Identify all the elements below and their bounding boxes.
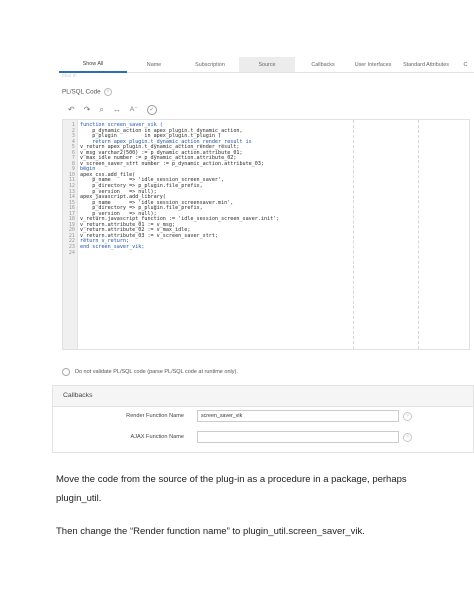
code-line: end screen_saver_vik; — [80, 244, 145, 251]
help-icon[interactable]: ? — [403, 433, 412, 442]
tab-more[interactable]: C — [457, 57, 474, 73]
print-margin-line-2 — [418, 120, 419, 349]
render-function-row: Render Function Name screen_saver_vik ? — [53, 410, 473, 422]
code-content[interactable]: function screen_saver_vik ( p_dynamic_ac… — [80, 122, 279, 251]
no-validate-option[interactable]: Do not validate PL/SQL code (parse PL/SQ… — [62, 368, 238, 376]
tab-standard-attributes[interactable]: Standard Attributes — [395, 57, 457, 73]
tab-subscription[interactable]: Subscription — [181, 57, 239, 73]
faint-label: Shor th — [62, 73, 77, 78]
ajax-function-label: AJAX Function Name — [130, 434, 184, 440]
replace-icon[interactable]: ↔ — [113, 105, 121, 115]
paragraph-2: plugin_util. — [56, 493, 102, 504]
no-validate-label: Do not validate PL/SQL code (parse PL/SQ… — [75, 369, 238, 375]
paragraph-3: Then change the “Render function name” t… — [56, 526, 365, 537]
tab-name[interactable]: Name — [127, 57, 181, 73]
editor-toolbar: ↶ ↷ ⌕ ↔ A⁻ ✓ — [62, 102, 470, 118]
code-editor[interactable]: 1 2 3 4 5 6 7 8 9 10 11 12 13 14 15 16 17 18 19 20 21 22 23 24 … — [62, 119, 470, 350]
tab-source[interactable]: Source — [239, 57, 295, 73]
search-icon[interactable]: ⌕ — [99, 105, 103, 115]
code-line: v_screen_saver_strt number := p_dynamic_… — [80, 160, 265, 167]
line-number: 24 — [68, 249, 75, 256]
callbacks-title: Callbacks — [53, 386, 473, 407]
plsql-code-label-text: PL/SQL Code — [62, 88, 101, 96]
plsql-code-label: PL/SQL Code? — [62, 88, 112, 96]
print-margin-line — [353, 120, 354, 349]
callbacks-region: Callbacks Render Function Name screen_sa… — [52, 385, 474, 453]
ajax-function-row: AJAX Function Name ? — [53, 431, 473, 443]
tab-callbacks[interactable]: Callbacks — [295, 57, 351, 73]
tab-user-interfaces[interactable]: User Interfaces — [351, 57, 395, 73]
render-function-label: Render Function Name — [126, 413, 184, 419]
help-icon[interactable]: ? — [403, 412, 412, 421]
font-size-icon[interactable]: A⁻ — [130, 105, 138, 115]
validate-icon[interactable]: ✓ — [146, 105, 157, 115]
undo-icon[interactable]: ↶ — [68, 105, 75, 115]
help-icon[interactable]: ? — [103, 88, 112, 96]
ajax-function-input[interactable] — [197, 431, 399, 443]
redo-icon[interactable]: ↷ — [84, 105, 91, 115]
render-function-input[interactable]: screen_saver_vik — [197, 410, 399, 422]
line-number-gutter: 1 2 3 4 5 6 7 8 9 10 11 12 13 14 15 16 17 18 19 20 21 22 23 24 — [63, 120, 78, 349]
no-validate-checkbox[interactable] — [62, 368, 70, 376]
tab-bar: Show All Name Subscription Source Callba… — [59, 57, 474, 73]
paragraph-1: Move the code from the source of the plu… — [56, 474, 407, 485]
tab-show-all[interactable]: Show All — [59, 57, 127, 73]
